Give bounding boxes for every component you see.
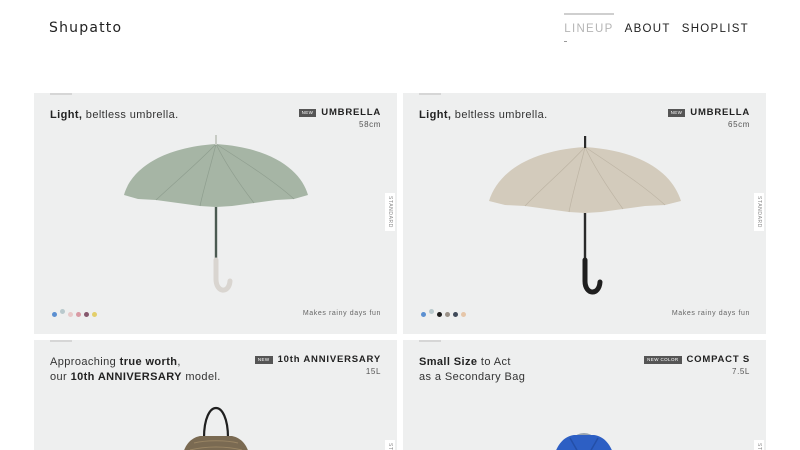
umbrella-handle <box>213 257 233 293</box>
bag-image <box>184 407 248 450</box>
product-card-10th-anniversary[interactable]: Approaching true worth, our 10th ANNIVER… <box>34 340 397 450</box>
bag-body <box>184 436 248 450</box>
card-product-info: NEW 10th ANNIVERSARY 15L <box>254 354 381 376</box>
new-badge: NEW <box>667 108 686 117</box>
card-tab <box>419 340 441 342</box>
card-slogan: Makes rainy days fun <box>671 310 750 317</box>
color-swatch[interactable] <box>84 312 89 317</box>
product-card-compact-s[interactable]: Small Size to Act as a Secondary Bag NEW… <box>403 340 766 450</box>
card-tagline: Light, beltless umbrella. <box>419 109 548 121</box>
new-badge: NEW <box>298 108 317 117</box>
product-size: 65cm <box>728 120 750 129</box>
new-color-badge: NEW COLOR <box>644 355 682 364</box>
umbrella-shaft <box>214 207 218 261</box>
card-tagline: Small Size to Act as a Secondary Bag <box>419 356 526 383</box>
color-swatch[interactable] <box>429 309 434 314</box>
product-name: UMBRELLA <box>321 107 381 118</box>
side-label: ST <box>754 440 764 450</box>
product-size: 15L <box>365 367 381 376</box>
bag-image <box>556 433 612 450</box>
color-swatch[interactable] <box>461 312 466 317</box>
nav-shoplist[interactable]: SHOPLIST <box>682 23 749 35</box>
side-label: ST <box>385 440 395 450</box>
color-swatch[interactable] <box>68 312 73 317</box>
color-swatch[interactable] <box>445 312 450 317</box>
product-size: 7.5L <box>732 367 750 376</box>
color-swatch[interactable] <box>76 312 81 317</box>
side-label: STANDARD <box>385 193 395 231</box>
product-name: 10th ANNIVERSARY <box>277 354 381 365</box>
side-label: STANDARD <box>754 193 764 231</box>
umbrella-canopy <box>489 147 681 213</box>
nav-lineup[interactable]: LINEUP <box>564 13 614 42</box>
bag-strap <box>202 407 230 439</box>
color-swatch[interactable] <box>437 312 442 317</box>
card-product-info: NEW COLOR COMPACT S 7.5L <box>644 354 750 376</box>
card-slogan: Makes rainy days fun <box>302 310 381 317</box>
main-nav: LINEUP ABOUT SHOPLIST <box>564 13 749 42</box>
nav-about[interactable]: ABOUT <box>625 23 671 35</box>
color-swatch[interactable] <box>453 312 458 317</box>
card-tagline: Light, beltless umbrella. <box>50 109 179 121</box>
card-tab <box>50 340 72 342</box>
umbrella-image <box>124 135 308 293</box>
umbrella-image <box>489 136 681 295</box>
brand-logo[interactable]: Shupatto <box>49 20 122 36</box>
color-swatches <box>52 309 97 317</box>
color-swatch[interactable] <box>60 309 65 314</box>
product-card-umbrella-65[interactable]: Light, beltless umbrella. NEW UMBRELLA 65… <box>403 93 766 334</box>
product-name: UMBRELLA <box>690 107 750 118</box>
umbrella-canopy <box>124 144 308 207</box>
card-product-info: NEW UMBRELLA 65cm <box>667 107 750 129</box>
card-tab <box>419 93 441 95</box>
umbrella-shaft <box>583 213 587 261</box>
color-swatches <box>421 309 466 317</box>
card-tagline: Approaching true worth, our 10th ANNIVER… <box>50 356 221 383</box>
umbrella-handle <box>582 257 603 295</box>
card-tab <box>50 93 72 95</box>
color-swatch[interactable] <box>52 312 57 317</box>
bag-body <box>556 435 612 450</box>
new-badge: NEW <box>254 355 273 364</box>
card-product-info: NEW UMBRELLA 58cm <box>298 107 381 129</box>
color-swatch[interactable] <box>92 312 97 317</box>
color-swatch[interactable] <box>421 312 426 317</box>
product-card-umbrella-58[interactable]: Light, beltless umbrella. NEW UMBRELLA 58… <box>34 93 397 334</box>
product-size: 58cm <box>359 120 381 129</box>
product-name: COMPACT S <box>686 354 750 365</box>
